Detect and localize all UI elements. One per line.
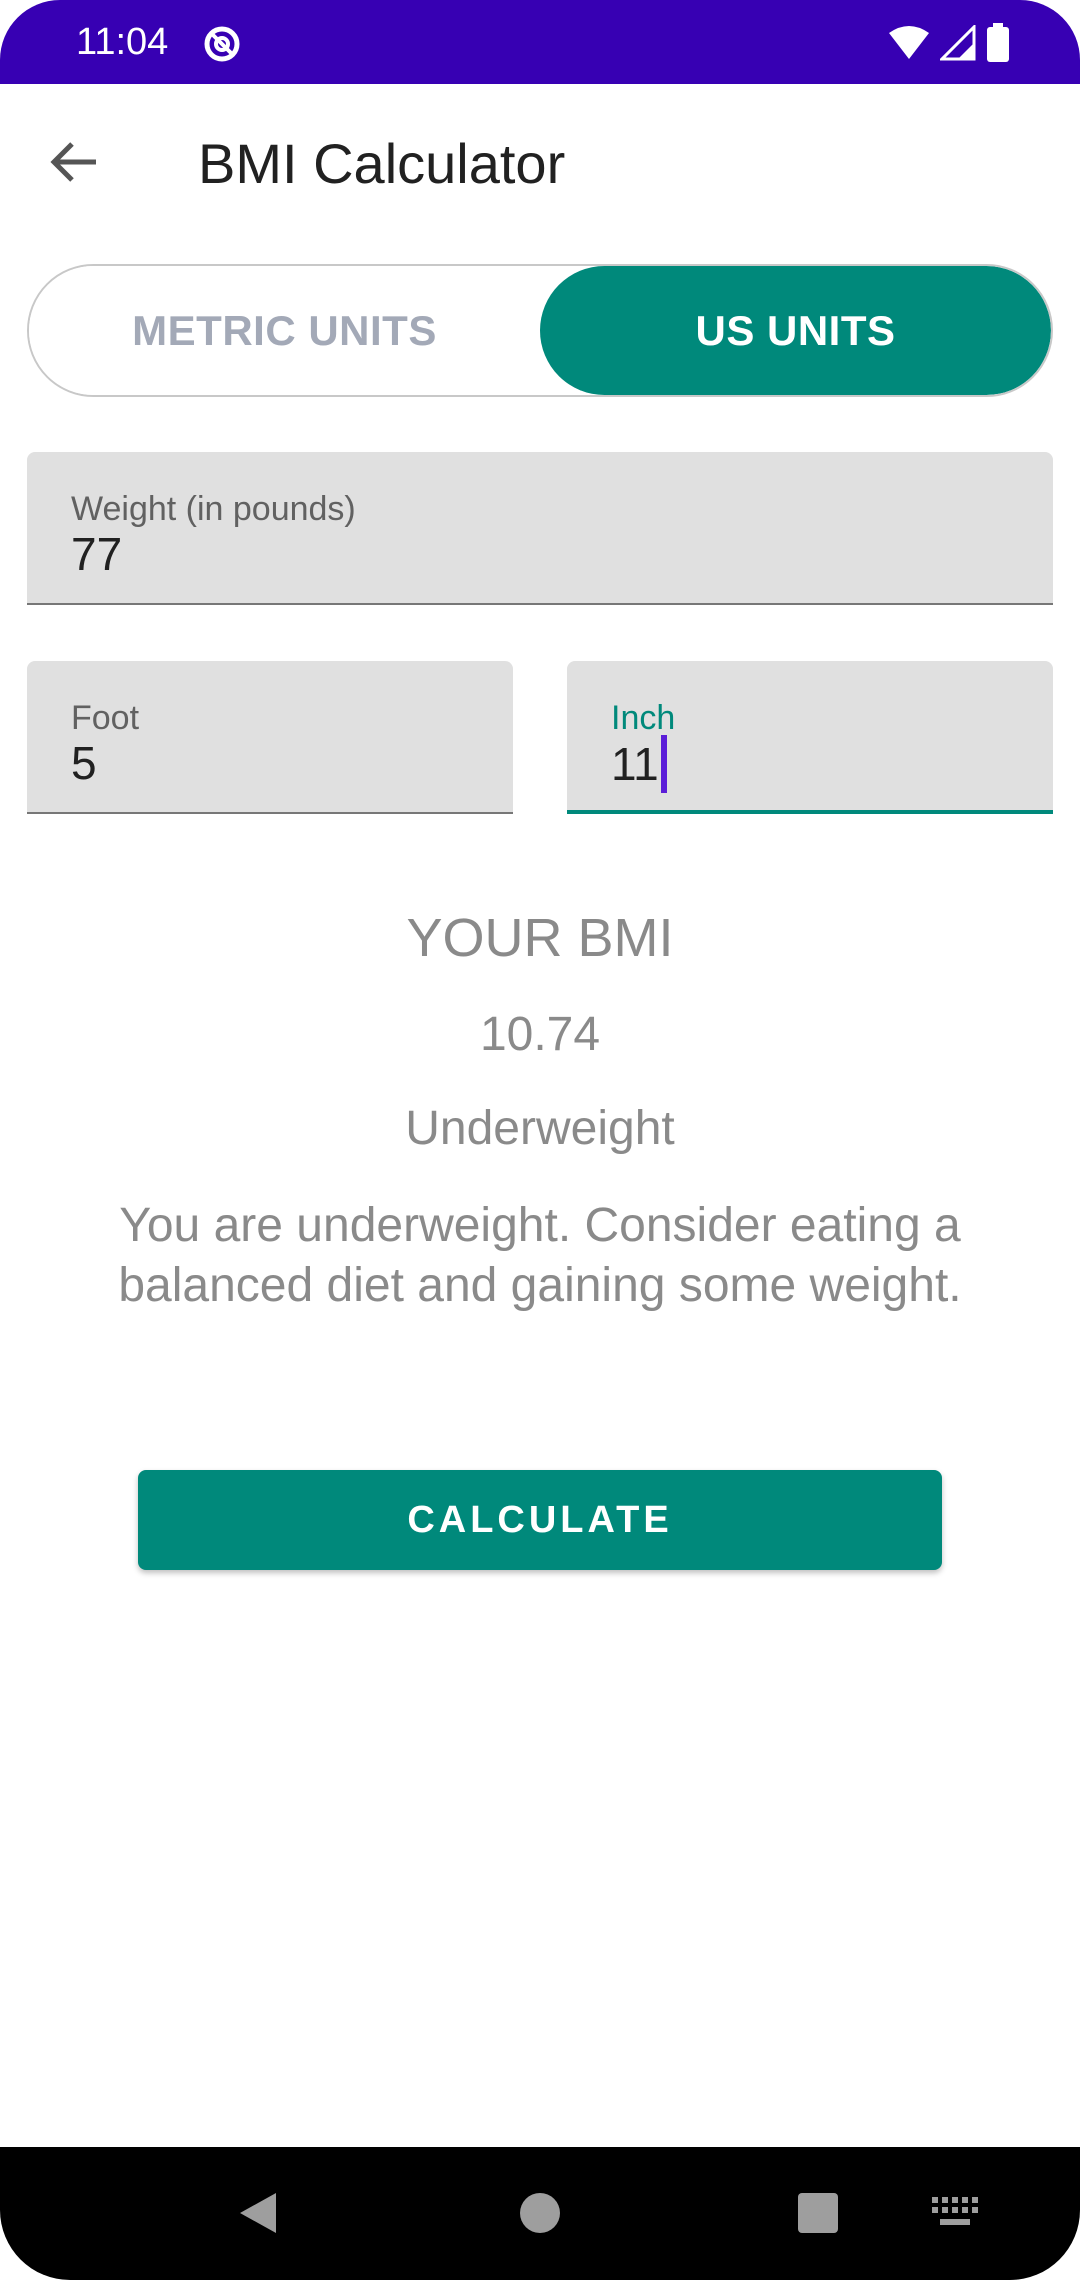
app-bar: BMI Calculator [0,84,1080,240]
inch-field-label: Inch [611,699,676,737]
bmi-calculator-screen: 11:04 BMI Calculator METRIC UNITS US UNI… [0,0,1080,2280]
bmi-heading: YOUR BMI [406,908,674,968]
calculate-button[interactable]: CALCULATE [138,1470,942,1570]
status-time: 11:04 [76,21,169,63]
inch-field-value-wrap[interactable]: 11 [611,735,667,793]
inch-field-value[interactable]: 11 [611,736,659,792]
bmi-advice: You are underweight. Consider eating a b… [118,1199,962,1312]
status-icons [888,22,1010,64]
foot-field-value[interactable]: 5 [71,735,97,791]
inch-field[interactable]: Inch 11 [567,661,1053,814]
triangle-back-icon[interactable] [236,2189,280,2237]
system-nav-bar [0,2147,1080,2280]
bmi-value: 10.74 [479,1008,601,1061]
page-title: BMI Calculator [198,132,566,195]
cell-signal-icon [940,25,976,61]
keyboard-icon[interactable] [930,2195,980,2229]
square-recents-icon[interactable] [796,2191,840,2235]
foot-field[interactable]: Foot 5 [27,661,513,814]
weight-field-value[interactable]: 77 [71,526,122,582]
status-bar: 11:04 [0,0,1080,84]
units-toggle: METRIC UNITS US UNITS [27,264,1053,397]
foot-field-label: Foot [71,699,140,737]
metric-units-tab[interactable]: METRIC UNITS [29,266,540,395]
weight-field-label: Weight (in pounds) [71,490,356,528]
battery-icon [987,23,1009,62]
do-not-disturb-icon [204,26,240,62]
us-units-tab[interactable]: US UNITS [540,266,1051,395]
wifi-icon [889,26,929,59]
circle-home-icon[interactable] [518,2191,562,2235]
arrow-left-icon[interactable] [44,132,104,192]
weight-field[interactable]: Weight (in pounds) 77 [27,452,1053,605]
bmi-category: Underweight [405,1102,675,1155]
text-cursor [660,735,667,793]
